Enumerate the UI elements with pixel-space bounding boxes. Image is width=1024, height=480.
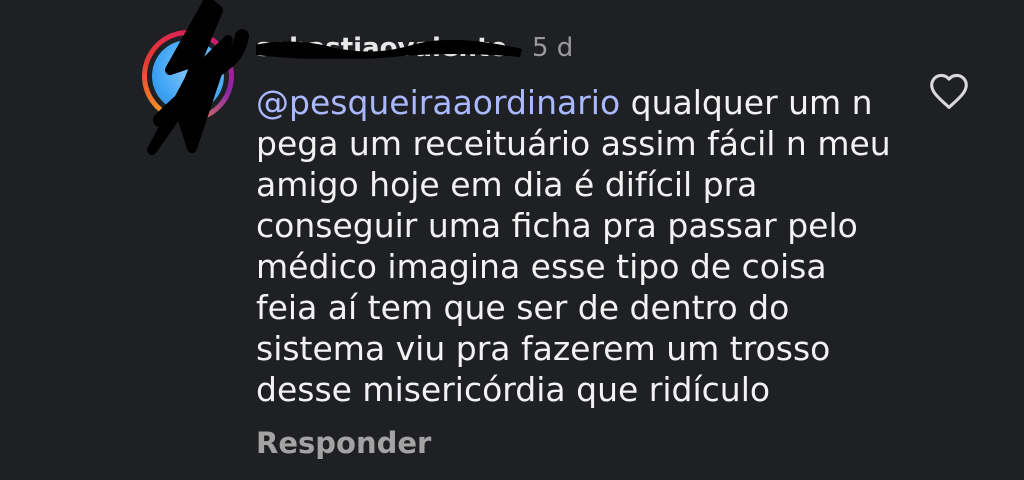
comment-header: sebastiaovalente 5 d — [256, 28, 573, 68]
reply-button[interactable]: Responder — [256, 426, 431, 460]
username-redaction — [256, 39, 522, 59]
comment-timestamp: 5 d — [532, 33, 574, 63]
comment-text: qualquer um n pega um receituário assim … — [256, 83, 891, 409]
redaction-scribble — [147, 0, 249, 155]
mention-link[interactable]: @pesqueiraaordinario — [256, 83, 620, 122]
like-button[interactable] — [926, 70, 972, 112]
comment-body: @pesqueiraaordinario qualquer um n pega … — [256, 82, 896, 410]
heart-outline-icon — [930, 73, 968, 109]
username[interactable]: sebastiaovalente — [256, 31, 522, 65]
